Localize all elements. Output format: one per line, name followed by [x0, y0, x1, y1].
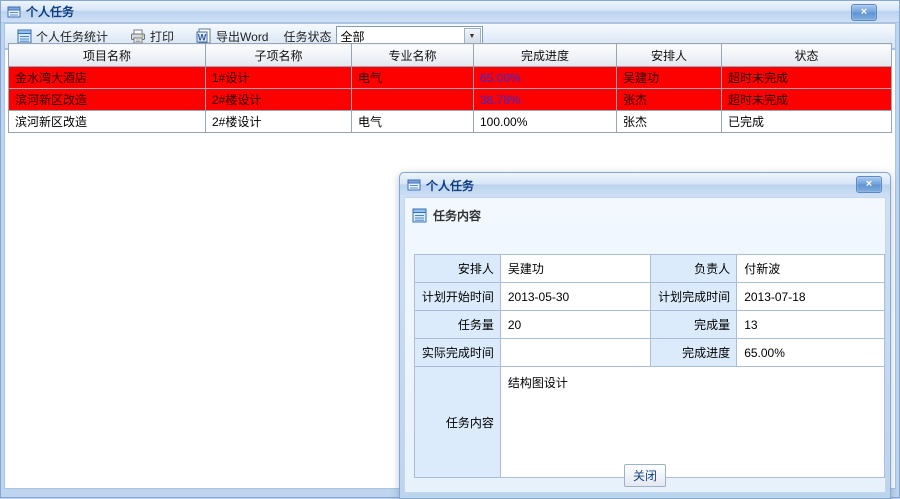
task-content-value: 结构图设计	[500, 367, 884, 478]
detail-row: 实际完成时间 完成进度 65.00%	[415, 339, 885, 367]
print-label: 打印	[150, 28, 174, 45]
actual-end-value	[500, 339, 651, 367]
quantity-value: 20	[500, 311, 651, 339]
task-status-label: 任务状态	[284, 28, 332, 45]
task-row[interactable]: 滨河新区改造 2#楼设计 电气 100.00% 张杰 已完成	[9, 111, 892, 133]
task-detail-dialog: 个人任务 × 任务内容 安排人 吴建功 负责人 付新波 计划开始时间	[399, 172, 891, 499]
cell-major	[352, 89, 474, 111]
task-stats-label: 个人任务统计	[36, 28, 108, 45]
dialog-close-button[interactable]: ×	[856, 176, 882, 193]
detail-row: 任务内容 结构图设计	[415, 367, 885, 478]
cell-major: 电气	[352, 111, 474, 133]
dialog-titlebar: 个人任务 ×	[400, 173, 890, 197]
dropdown-arrow-icon[interactable]: ▼	[464, 28, 481, 44]
cell-sub-item: 2#楼设计	[206, 111, 352, 133]
dialog-title: 个人任务	[426, 177, 474, 194]
plan-end-value: 2013-07-18	[737, 283, 885, 311]
col-status: 状态	[722, 44, 892, 67]
progress-label: 完成进度	[651, 339, 737, 367]
cell-status: 超时未完成	[722, 67, 892, 89]
cell-progress: 38.78%	[474, 89, 617, 111]
cell-status: 超时未完成	[722, 89, 892, 111]
cell-progress: 65.00%	[474, 67, 617, 89]
cell-project: 滨河新区改造	[9, 111, 206, 133]
assigner-value: 吴建功	[500, 255, 651, 283]
task-content-label: 任务内容	[415, 367, 501, 478]
task-content-icon	[412, 208, 427, 223]
done-value: 13	[737, 311, 885, 339]
quantity-label: 任务量	[415, 311, 501, 339]
printer-icon	[130, 29, 146, 44]
cell-major: 电气	[352, 67, 474, 89]
col-progress: 完成进度	[474, 44, 617, 67]
tasks-table-header: 项目名称 子项名称 专业名称 完成进度 安排人 状态	[9, 44, 892, 67]
window-icon	[7, 5, 21, 19]
dialog-button-row: 关闭	[405, 464, 885, 487]
cell-sub-item: 1#设计	[206, 67, 352, 89]
task-row[interactable]: 滨河新区改造 2#楼设计 38.78% 张杰 超时未完成	[9, 89, 892, 111]
owner-label: 负责人	[651, 255, 737, 283]
plan-end-label: 计划完成时间	[651, 283, 737, 311]
assigner-label: 安排人	[415, 255, 501, 283]
cell-sub-item: 2#楼设计	[206, 89, 352, 111]
export-word-label: 导出Word	[216, 28, 268, 45]
task-detail-table: 安排人 吴建功 负责人 付新波 计划开始时间 2013-05-30 计划完成时间…	[414, 254, 885, 478]
owner-value: 付新波	[737, 255, 885, 283]
cell-project: 金水湾大酒店	[9, 67, 206, 89]
svg-text:W: W	[198, 32, 207, 42]
cell-progress: 100.00%	[474, 111, 617, 133]
detail-row: 任务量 20 完成量 13	[415, 311, 885, 339]
window-close-button[interactable]: ×	[851, 4, 877, 21]
task-stats-icon	[17, 29, 32, 44]
col-project: 项目名称	[9, 44, 206, 67]
detail-row: 安排人 吴建功 负责人 付新波	[415, 255, 885, 283]
col-major: 专业名称	[352, 44, 474, 67]
word-doc-icon: W	[196, 28, 212, 44]
task-content-section-header: 任务内容	[405, 198, 885, 232]
tasks-table: 项目名称 子项名称 专业名称 完成进度 安排人 状态 金水湾大酒店 1#设计 电…	[8, 43, 892, 133]
window-title: 个人任务	[26, 3, 74, 20]
window-titlebar: 个人任务 ×	[1, 1, 899, 23]
cell-assigner: 张杰	[617, 89, 722, 111]
task-row[interactable]: 金水湾大酒店 1#设计 电气 65.00% 吴建功 超时未完成	[9, 67, 892, 89]
dialog-body: 任务内容 安排人 吴建功 负责人 付新波 计划开始时间 2013-05-30 计…	[404, 197, 886, 493]
progress-value: 65.00%	[737, 339, 885, 367]
done-label: 完成量	[651, 311, 737, 339]
dialog-icon	[407, 178, 421, 192]
cell-status: 已完成	[722, 111, 892, 133]
actual-end-label: 实际完成时间	[415, 339, 501, 367]
cell-project: 滨河新区改造	[9, 89, 206, 111]
task-content-section-label: 任务内容	[433, 207, 481, 224]
plan-start-value: 2013-05-30	[500, 283, 651, 311]
personal-tasks-window: 个人任务 × 个人任务统计 打印 W 导出Word 任务状态 全部 ▼	[0, 0, 900, 498]
detail-row: 计划开始时间 2013-05-30 计划完成时间 2013-07-18	[415, 283, 885, 311]
cell-assigner: 张杰	[617, 111, 722, 133]
close-button[interactable]: 关闭	[624, 464, 666, 487]
col-assigner: 安排人	[617, 44, 722, 67]
cell-assigner: 吴建功	[617, 67, 722, 89]
col-sub-item: 子项名称	[206, 44, 352, 67]
task-status-value: 全部	[341, 28, 365, 45]
plan-start-label: 计划开始时间	[415, 283, 501, 311]
